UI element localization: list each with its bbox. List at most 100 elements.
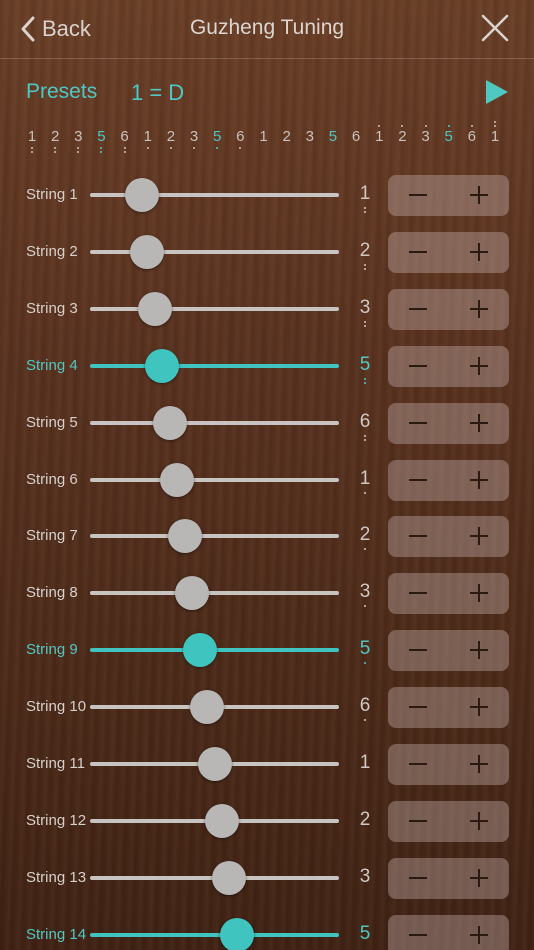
close-icon[interactable]	[480, 13, 510, 43]
tuning-slider-track[interactable]	[90, 249, 339, 254]
tuning-stepper	[388, 687, 509, 729]
plus-icon-stem	[478, 470, 480, 489]
tuning-slider-thumb[interactable]	[190, 690, 225, 725]
tuning-slider-thumb[interactable]	[197, 747, 232, 781]
tuning-slider-thumb[interactable]	[219, 917, 254, 950]
decrement-button[interactable]	[388, 744, 448, 785]
scale-note-digit: 1	[375, 128, 384, 145]
tuning-slider-thumb[interactable]	[145, 348, 180, 383]
string-row: String 14 5	[0, 907, 534, 950]
tuning-slider-track[interactable]	[90, 932, 339, 937]
octave-dot	[378, 125, 381, 127]
decrement-button[interactable]	[388, 516, 448, 557]
tuning-slider-thumb[interactable]	[182, 633, 217, 668]
tuning-slider-thumb[interactable]	[125, 178, 160, 212]
tuning-slider-thumb[interactable]	[160, 462, 195, 497]
scale-note-digit: 3	[189, 128, 199, 145]
tuning-slider-track[interactable]	[90, 420, 339, 425]
decrement-button[interactable]	[388, 403, 448, 444]
string-label: String 2	[26, 242, 78, 260]
tuning-slider-thumb[interactable]	[204, 803, 239, 838]
increment-button[interactable]	[449, 175, 509, 216]
tuning-stepper	[388, 402, 509, 444]
string-note-digit: 5	[359, 922, 371, 944]
decrement-button[interactable]	[388, 346, 448, 387]
decrement-button[interactable]	[388, 289, 448, 330]
decrement-button[interactable]	[388, 687, 448, 728]
increment-button[interactable]	[449, 915, 509, 950]
string-note-digit: 5	[359, 638, 371, 660]
plus-icon-stem	[478, 584, 480, 603]
octave-dot	[123, 151, 126, 153]
tuning-slider-thumb[interactable]	[152, 405, 187, 440]
tuning-slider-thumb[interactable]	[137, 291, 172, 326]
tuning-slider-track[interactable]	[90, 306, 339, 311]
tuning-slider-track[interactable]	[90, 591, 339, 596]
string-note: 3	[355, 297, 375, 327]
string-note-digit: 2	[359, 524, 371, 546]
string-label: String 4	[26, 356, 78, 374]
increment-button[interactable]	[449, 687, 509, 728]
increment-button[interactable]	[449, 460, 509, 501]
string-note: 1	[355, 468, 375, 494]
string-note: 6	[355, 411, 375, 441]
tuning-stepper	[388, 345, 509, 387]
octave-dot	[364, 324, 366, 327]
plus-icon-stem	[478, 868, 480, 887]
increment-button[interactable]	[449, 573, 509, 614]
plus-icon-stem	[478, 242, 480, 261]
string-note: 5	[355, 923, 375, 945]
decrement-button[interactable]	[388, 801, 448, 842]
increment-button[interactable]	[449, 858, 509, 899]
decrement-button[interactable]	[388, 573, 448, 614]
decrement-button[interactable]	[388, 460, 448, 501]
tuning-slider-track[interactable]	[90, 363, 339, 368]
increment-button[interactable]	[449, 630, 509, 671]
octave-dot	[364, 267, 366, 270]
scale-note: 6	[465, 125, 479, 145]
increment-button[interactable]	[449, 346, 509, 387]
scale-note-digit: 1	[143, 128, 152, 145]
octave-dot	[364, 605, 366, 608]
octave-dot	[146, 147, 149, 149]
scale-note: 2	[395, 125, 409, 145]
decrement-button[interactable]	[388, 175, 448, 216]
increment-button[interactable]	[449, 289, 509, 330]
string-row: String 8 3	[0, 565, 534, 622]
plus-icon-stem	[478, 698, 480, 717]
tuning-slider-thumb[interactable]	[167, 519, 202, 554]
scale-note-digit: 3	[421, 128, 430, 145]
string-label: String 12	[26, 811, 87, 829]
decrement-button[interactable]	[388, 915, 448, 950]
octave-dot	[470, 125, 473, 127]
scale-note-digit: 6	[236, 128, 245, 145]
tuning-slider-track[interactable]	[90, 477, 339, 482]
string-note: 2	[355, 809, 375, 831]
octave-dot	[31, 151, 33, 153]
scale-note-digit: 5	[213, 128, 222, 145]
play-icon[interactable]	[486, 80, 508, 104]
increment-button[interactable]	[449, 232, 509, 273]
key-signature: 1 = D	[131, 80, 185, 105]
string-label: String 7	[26, 527, 78, 545]
decrement-button[interactable]	[388, 630, 448, 671]
minus-icon	[409, 592, 427, 595]
tuning-slider-thumb[interactable]	[175, 576, 210, 611]
increment-button[interactable]	[449, 403, 509, 444]
scale-note-digit: 2	[282, 128, 291, 145]
decrement-button[interactable]	[388, 232, 448, 273]
tuning-slider-thumb[interactable]	[130, 234, 165, 269]
string-label: String 3	[26, 299, 78, 317]
increment-button[interactable]	[449, 516, 509, 557]
decrement-button[interactable]	[388, 858, 448, 899]
string-note-digit: 6	[359, 695, 371, 717]
tuning-slider-thumb[interactable]	[212, 860, 247, 895]
tuning-stepper	[388, 459, 509, 501]
increment-button[interactable]	[449, 801, 509, 842]
octave-dot	[77, 151, 80, 153]
scale-note: 6	[349, 128, 363, 145]
tuning-slider-track[interactable]	[90, 534, 339, 539]
presets-button[interactable]: Presets	[26, 80, 97, 104]
increment-button[interactable]	[449, 744, 509, 785]
tuning-stepper	[388, 857, 509, 899]
